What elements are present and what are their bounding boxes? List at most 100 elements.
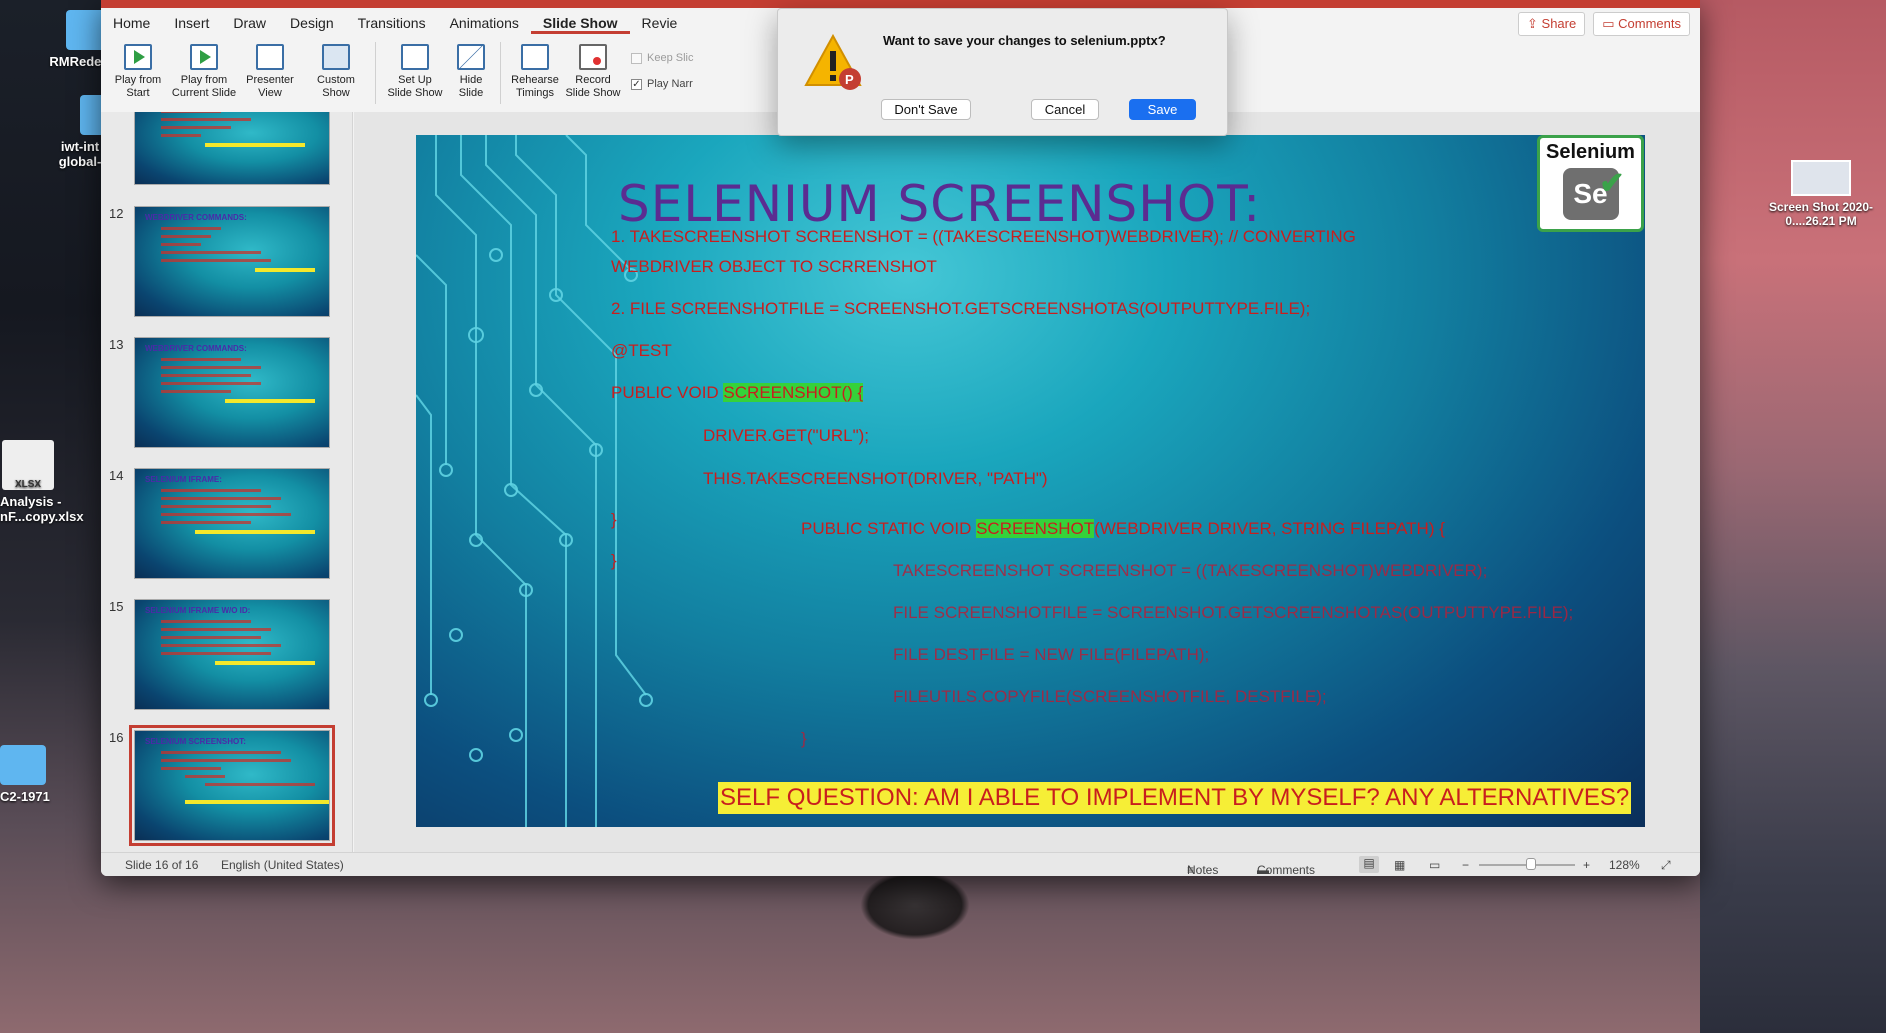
desktop-icon-label: Analysis - nF...copy.xlsx [0,494,84,524]
thumbnail-title: WEBDRIVER COMMANDS: [145,213,247,222]
button-label: Play from [114,74,162,86]
save-changes-dialog: P Want to save your changes to selenium.… [777,8,1228,136]
selenium-logo: Selenium Se ✔ [1537,135,1644,232]
code-line: } [611,510,617,529]
tab-review[interactable]: Revie [630,12,690,34]
highlighted-code: SCREENSHOT() { [723,383,864,402]
slide-counter: Slide 16 of 16 [125,858,199,872]
screenshot-thumbnail-icon [1791,160,1851,196]
slide-editor[interactable]: SELENIUM SCREENSHOT: Selenium Se ✔ 1. TAK… [354,112,1700,852]
play-from-current-button[interactable]: Play from Current Slide [171,42,237,100]
tab-transitions[interactable]: Transitions [346,12,438,34]
code-line: 1. TAKESCREENSHOT SCREENSHOT = ((TAKESCR… [611,227,1356,246]
thumbnail-image: WEBDRIVER COMMANDS: [134,337,330,448]
button-label: Set Up [398,74,432,86]
play-icon [124,44,152,70]
code-line: PUBLIC VOID SCREENSHOT() { [611,383,864,403]
zoom-in-icon[interactable]: + [1583,858,1590,872]
desktop-icon-screenshot[interactable]: Screen Shot 2020-0....26.21 PM [1756,160,1886,228]
checkbox-box [631,52,642,64]
play-current-icon [190,44,218,70]
title-bar [101,0,1700,8]
button-label: Timings [515,87,555,99]
share-button[interactable]: ⇪ Share [1518,12,1586,36]
dont-save-button[interactable]: Don't Save [881,99,971,120]
comments-button[interactable]: ▭ Comments [1593,12,1690,36]
button-label: Rehearse [511,74,559,86]
tab-slide-show[interactable]: Slide Show [530,12,630,34]
custom-show-button[interactable]: Custom Show [303,42,369,100]
cancel-button[interactable]: Cancel [1031,99,1099,120]
tab-home[interactable]: Home [101,12,162,34]
code-line: FILE DESTFILE = NEW FILE(FILEPATH); [893,645,1210,664]
desktop-icon-analysis[interactable]: XLSX Analysis - nF...copy.xlsx [0,440,95,524]
custom-show-icon [322,44,350,70]
folder-icon [0,745,46,785]
set-up-slide-show-button[interactable]: Set Up Slide Show [382,42,448,100]
slide-sorter-icon[interactable]: ▦ [1394,858,1405,872]
tab-animations[interactable]: Animations [438,12,531,34]
zoom-level[interactable]: 128% [1609,858,1640,872]
play-from-start-button[interactable]: Play from Start [105,42,171,100]
keep-slide-checkbox[interactable]: Keep Slic [631,48,693,68]
share-comment-group: ⇪ Share ▭ Comments [1518,12,1690,36]
code-line: 2. FILE SCREENSHOTFILE = SCREENSHOT.GETS… [611,299,1311,318]
thumbnail-number: 15 [109,599,124,614]
record-icon [579,44,607,70]
checkbox-label: Play Narr [647,78,693,90]
code-line: THIS.TAKESCREENSHOT(DRIVER, "PATH") [703,469,1048,488]
current-slide[interactable]: SELENIUM SCREENSHOT: Selenium Se ✔ 1. TAK… [416,135,1645,827]
normal-view-icon[interactable]: ▤ [1359,856,1379,873]
hide-slide-button[interactable]: Hide Slide [448,42,494,100]
code-line: PUBLIC STATIC VOID SCREENSHOT(WEBDRIVER … [801,519,1445,539]
code-text: (WEBDRIVER DRIVER, STRING FILEPATH) { [1094,519,1445,538]
spreadsheet-icon: XLSX [2,440,54,490]
ribbon-separator [375,42,376,104]
share-label: Share [1541,16,1577,31]
highlighted-code: SCREENSHOT [976,519,1095,538]
code-line: } [611,551,617,570]
thumbnail-number: 12 [109,206,124,221]
tab-design[interactable]: Design [278,12,346,34]
reading-view-icon[interactable]: ▭ [1429,858,1440,872]
comments-status-label: Comments [1257,863,1316,876]
record-slide-show-button[interactable]: Record Slide Show [563,42,623,100]
code-line: WEBDRIVER OBJECT TO SCRRENSHOT [611,257,937,276]
ribbon-tabs: Home Insert Draw Design Transitions Anim… [101,12,689,34]
desktop-icon-c2[interactable]: C2-1971 [0,745,60,804]
desktop-wallpaper-rock [860,870,970,940]
thumbnail-image: WEBDRIVER COMMANDS: [134,206,330,317]
tab-insert[interactable]: Insert [162,12,221,34]
thumbnail-title: SELENIUM SCREENSHOT: [145,737,246,746]
thumbnail-number: 14 [109,468,124,483]
save-button[interactable]: Save [1129,99,1196,120]
thumbnail-title: SELENIUM IFRAME W/O ID: [145,606,251,615]
zoom-out-icon[interactable]: − [1462,858,1469,872]
button-label: View [258,87,282,99]
checkmark-icon: ✓ [631,78,642,90]
warning-icon: P [804,33,862,90]
thumbnail-number: 13 [109,337,124,352]
language-indicator[interactable]: English (United States) [221,858,344,872]
play-narrations-checkbox[interactable]: ✓ Play Narr [631,74,693,94]
desktop-wallpaper-right [1700,0,1886,1033]
thumbnail-title: WEBDRIVER COMMANDS: [145,344,247,353]
dialog-message: Want to save your changes to selenium.pp… [883,33,1166,48]
desktop-icon-label: C2-1971 [0,789,50,804]
code-text: PUBLIC VOID [611,383,724,402]
desktop-icon-label: Screen Shot 2020-0....26.21 PM [1768,200,1874,228]
ribbon-separator [500,42,501,104]
thumbnail-image: SELENIUM IFRAME W/O ID: [134,599,330,710]
comment-icon: ▭ [1602,16,1619,31]
button-label: Custom [317,74,355,86]
thumbnail-image [134,112,330,185]
file-type-badge: XLSX [14,479,42,490]
presenter-view-button[interactable]: Presenter View [237,42,303,100]
fit-to-window-icon[interactable]: ⤢ [1661,858,1671,873]
rehearse-timings-button[interactable]: Rehearse Timings [507,42,563,100]
ribbon-toolbar: Play from Start Play from Current Slide … [101,42,693,110]
button-label: Current Slide [171,87,237,99]
tab-draw[interactable]: Draw [221,12,278,34]
zoom-slider-handle[interactable] [1526,858,1536,870]
button-label: Show [322,87,350,99]
